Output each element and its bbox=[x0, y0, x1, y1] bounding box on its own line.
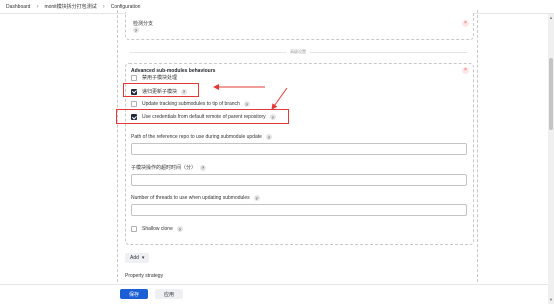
add-button-label: Add bbox=[130, 255, 139, 261]
chevron-down-icon: ▾ bbox=[141, 255, 145, 261]
apply-button[interactable]: 应用 bbox=[155, 289, 183, 299]
scroll-up-icon[interactable]: ▲ bbox=[549, 16, 553, 20]
save-button[interactable]: 保存 bbox=[120, 289, 148, 299]
vertical-scrollbar[interactable]: ▲ ▼ bbox=[548, 14, 554, 304]
scroll-down-icon[interactable]: ▼ bbox=[549, 298, 553, 302]
bottom-action-bar bbox=[0, 284, 548, 304]
property-strategy-label: Property strategy bbox=[125, 273, 164, 279]
add-button[interactable]: Add ▾ bbox=[125, 253, 150, 263]
scrollbar-thumb[interactable] bbox=[549, 58, 553, 130]
annotation-arrows bbox=[213, 84, 288, 110]
arrow-icon bbox=[271, 87, 288, 110]
